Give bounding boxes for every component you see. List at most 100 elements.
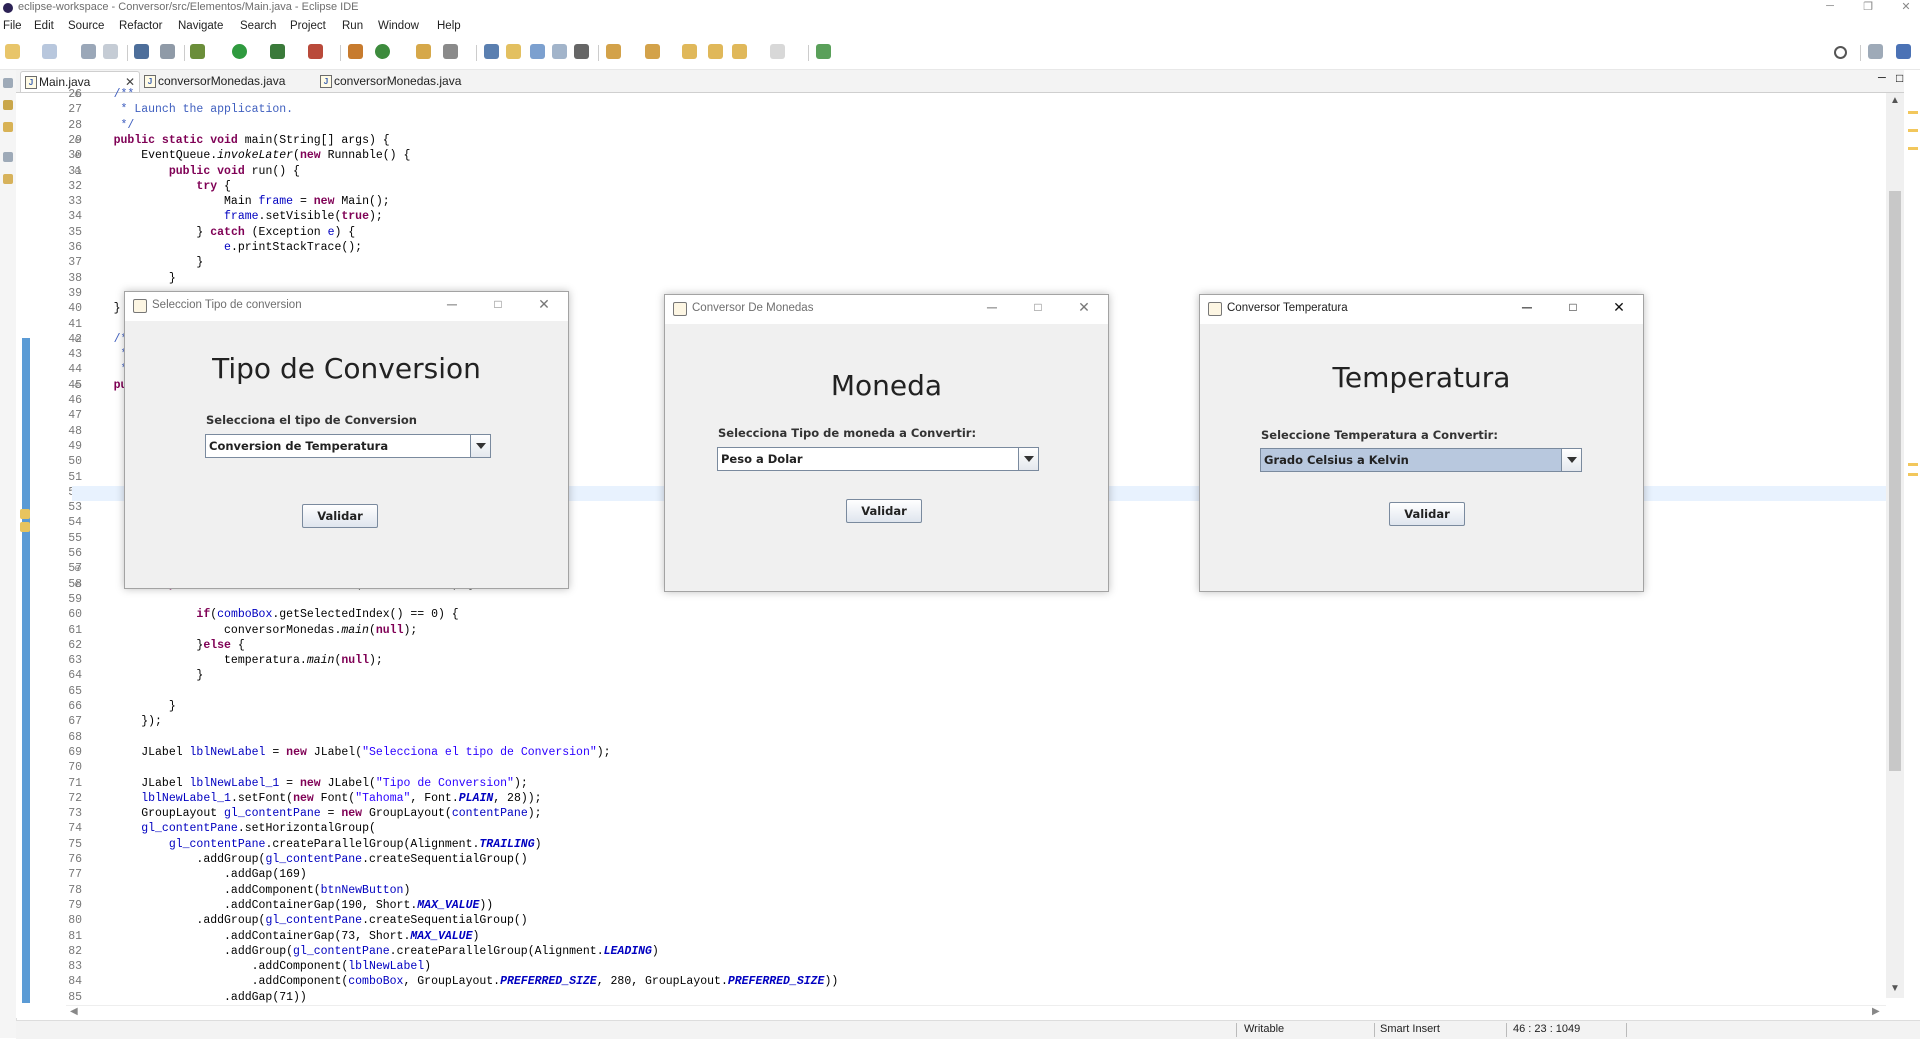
code-line[interactable]: EventQueue.invokeLater(new Runnable() { [86,148,410,163]
menu-run[interactable]: Run [342,20,363,32]
warning-icon[interactable] [20,509,30,519]
code-line[interactable]: /** [86,87,135,102]
open-type-icon[interactable] [416,44,431,59]
minimize-editor-icon[interactable]: ─ [1878,72,1886,84]
insert-mode-status[interactable]: Smart Insert [1380,1023,1440,1035]
code-line[interactable]: lblNewLabel_1.setFont(new Font("Tahoma",… [86,791,541,806]
close-icon[interactable]: ✕ [1074,299,1094,316]
code-line[interactable]: .addComponent(btnNewButton) [86,883,410,898]
code-line[interactable]: e.printStackTrace(); [86,240,362,255]
code-line[interactable]: if(comboBox.getSelectedIndex() == 0) { [86,607,458,622]
code-line[interactable]: } [86,668,203,683]
open-perspective-icon[interactable] [1868,44,1883,59]
tab-conversormonedas-2[interactable]: J conversorMonedas.java [316,71,474,91]
dropdown-arrow-icon[interactable] [1018,448,1038,470]
fold-toggle-icon[interactable]: ⊖ [74,166,82,177]
forward-icon[interactable] [770,44,785,59]
problems-icon[interactable] [3,174,13,184]
fold-toggle-icon[interactable]: ⊖ [74,563,82,574]
dropdown-arrow-icon[interactable] [1561,449,1581,471]
package-explorer-icon[interactable] [3,100,13,110]
code-line[interactable]: public static void main(String[] args) { [86,133,390,148]
code-line[interactable]: } [86,699,176,714]
validar-button[interactable]: Validar [846,499,922,523]
menu-file[interactable]: File [3,20,22,32]
highlight-icon[interactable] [506,44,521,59]
close-icon[interactable]: ✕ [1894,0,1918,13]
code-line[interactable]: .addContainerGap(73, Short.MAX_VALUE) [86,929,479,944]
temperature-type-combobox[interactable]: Grado Celsius a Kelvin [1260,448,1582,472]
tab-conversormonedas-1[interactable]: J conversorMonedas.java [140,71,298,91]
fold-toggle-icon[interactable]: ⊖ [74,579,82,590]
debug-icon[interactable] [190,44,205,59]
fold-toggle-icon[interactable]: ⊖ [74,380,82,391]
maximize-icon[interactable]: □ [1563,300,1583,314]
last-edit-icon[interactable] [682,44,697,59]
close-icon[interactable]: ✕ [534,296,554,313]
scroll-down-icon[interactable]: ▼ [1890,983,1900,994]
scroll-thumb[interactable] [1889,191,1901,771]
minimize-icon[interactable]: ─ [1517,299,1537,315]
paragraph-icon[interactable] [574,44,589,59]
code-line[interactable]: try { [86,179,231,194]
close-icon[interactable]: ✕ [1609,299,1629,316]
next-annotation-icon[interactable] [606,44,621,59]
code-line[interactable]: .addGap(169) [86,867,307,882]
code-line[interactable]: }else { [86,638,244,653]
code-line[interactable]: JLabel lblNewLabel_1 = new JLabel("Tipo … [86,776,528,791]
fold-toggle-icon[interactable]: ⊖ [74,334,82,345]
validar-button[interactable]: Validar [302,504,378,528]
prev-annotation-icon[interactable] [645,44,660,59]
minimize-icon[interactable]: ─ [1818,0,1842,12]
new-class-icon[interactable] [375,44,390,59]
maximize-editor-icon[interactable]: □ [1896,71,1903,85]
java-perspective-icon[interactable] [1896,44,1911,59]
code-line[interactable]: Main frame = new Main(); [86,194,390,209]
menu-source[interactable]: Source [68,20,104,32]
menu-help[interactable]: Help [437,20,461,32]
code-line[interactable]: temperatura.main(null); [86,653,383,668]
code-line[interactable]: .addGroup(gl_contentPane.createSequentia… [86,913,527,928]
code-line[interactable]: JLabel lblNewLabel = new JLabel("Selecci… [86,745,610,760]
show-whitespace-icon[interactable] [552,44,567,59]
code-line[interactable]: GroupLayout gl_contentPane = new GroupLa… [86,806,541,821]
dropdown-arrow-icon[interactable] [470,435,490,457]
minimize-icon[interactable]: ─ [442,296,462,312]
code-line[interactable]: gl_contentPane.createParallelGroup(Align… [86,837,542,852]
pin-editor-icon[interactable] [816,44,831,59]
vertical-scrollbar[interactable]: ▲ ▼ [1886,93,1904,998]
currency-type-combobox[interactable]: Peso a Dolar [717,447,1039,471]
save-icon[interactable] [81,44,96,59]
horizontal-scrollbar[interactable]: ◀ ▶ [66,1005,1886,1020]
menu-search[interactable]: Search [240,20,276,32]
external-tools-icon[interactable] [308,44,323,59]
fold-toggle-icon[interactable]: ⊖ [74,150,82,161]
code-line[interactable]: } [86,271,176,286]
cursor-position[interactable]: 46 : 23 : 1049 [1513,1023,1580,1035]
code-line[interactable]: } catch (Exception e) { [86,225,355,240]
restore-icon[interactable]: ❐ [1856,0,1880,13]
code-line[interactable]: * Launch the application. [86,102,294,117]
code-line[interactable]: frame.setVisible(true); [86,209,383,224]
code-line[interactable]: .addContainerGap(190, Short.MAX_VALUE)) [86,898,493,913]
back-history-icon[interactable] [732,44,747,59]
scroll-left-icon[interactable]: ◀ [70,1006,78,1017]
maximize-icon[interactable]: □ [1028,300,1048,314]
open-icon[interactable] [42,44,57,59]
menu-project[interactable]: Project [290,20,326,32]
new-icon[interactable] [5,44,20,59]
block-select-icon[interactable] [530,44,545,59]
code-line[interactable]: conversorMonedas.main(null); [86,623,417,638]
code-line[interactable]: .addGroup(gl_contentPane.createParallelG… [86,944,659,959]
code-line[interactable]: gl_contentPane.setHorizontalGroup( [86,821,376,836]
back-icon[interactable] [708,44,723,59]
coverage-icon[interactable] [270,44,285,59]
menu-refactor[interactable]: Refactor [119,20,162,32]
code-line[interactable]: }); [86,714,162,729]
menu-navigate[interactable]: Navigate [178,20,223,32]
menu-window[interactable]: Window [378,20,419,32]
scroll-up-icon[interactable]: ▲ [1890,95,1900,106]
warning-icon[interactable] [20,522,30,532]
run-icon[interactable] [232,44,247,59]
toggle-mark-icon[interactable] [484,44,499,59]
